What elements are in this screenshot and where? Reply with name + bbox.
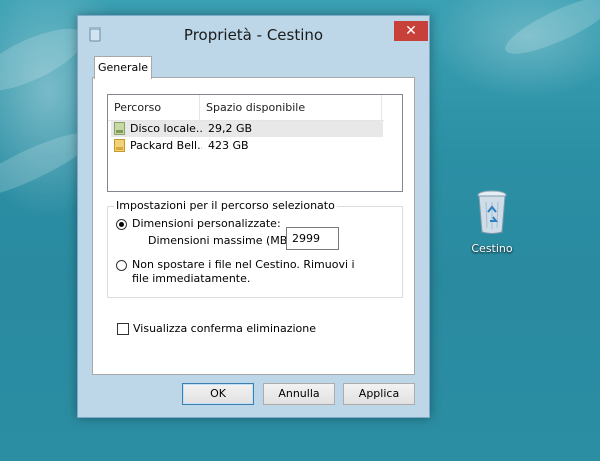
free-space: 29,2 GB [208,122,253,135]
max-size-label: Dimensioni massime (MB): [148,234,296,247]
recycle-locations-list[interactable]: Percorso Cestino Spazio disponibile Disc… [107,94,403,192]
properties-dialog: Proprietà - Cestino ✕ Generale Percorso … [77,15,430,418]
free-space: 423 GB [208,139,249,152]
no-recycle-label[interactable]: Non spostare i file nel Cestino. Rimuovi… [132,258,372,286]
confirm-delete-checkbox[interactable] [117,323,129,335]
cancel-button[interactable]: Annulla [263,383,335,405]
custom-size-label[interactable]: Dimensioni personalizzate: [132,217,281,230]
tab-panel-generale: Percorso Cestino Spazio disponibile Disc… [92,77,415,375]
desktop-recycle-bin[interactable]: Cestino [466,190,518,262]
recycle-bin-icon [477,190,507,234]
max-size-input[interactable] [286,227,339,250]
list-header: Percorso Cestino Spazio disponibile [108,95,384,139]
custom-size-radio[interactable] [116,219,127,230]
ok-button[interactable]: OK [182,383,254,405]
list-item[interactable]: Disco locale... 29,2 GB [111,121,383,137]
folder-drive-icon [114,139,125,152]
column-header-location[interactable]: Percorso Cestino [108,95,200,139]
tab-generale[interactable]: Generale [94,56,152,79]
settings-group: Impostazioni per il percorso selezionato… [107,199,403,298]
apply-button[interactable]: Applica [343,383,415,405]
settings-group-label: Impostazioni per il percorso selezionato [114,199,337,212]
drive-icon [114,122,125,135]
title-bar[interactable]: Proprietà - Cestino ✕ [78,16,429,52]
desktop-icon-label: Cestino [471,242,513,255]
confirm-delete-label[interactable]: Visualizza conferma eliminazione [133,322,316,335]
window-title: Proprietà - Cestino [183,26,324,44]
close-button[interactable]: ✕ [394,21,428,41]
location-name: Disco locale... [130,122,202,135]
list-item[interactable]: Packard Bell... 423 GB [111,138,383,154]
column-header-free-space[interactable]: Spazio disponibile [200,95,382,120]
location-name: Packard Bell... [130,139,202,152]
no-recycle-radio[interactable] [116,260,127,271]
